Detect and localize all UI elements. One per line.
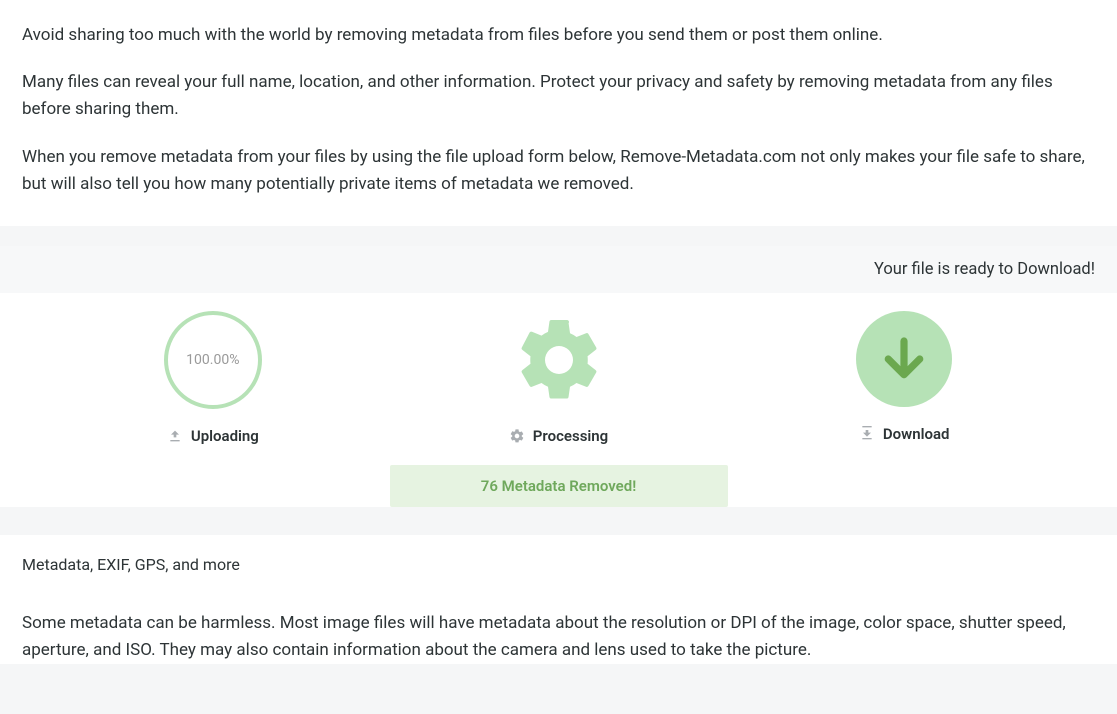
intro-paragraph-2: Many files can reveal your full name, lo… — [22, 69, 1095, 123]
processing-label-row: Processing — [509, 427, 608, 445]
gear-icon — [510, 311, 608, 409]
upload-progress-circle: 100.00% — [164, 311, 262, 409]
uploading-label-row: Uploading — [167, 427, 259, 445]
download-icon — [859, 426, 875, 442]
cogs-icon — [509, 428, 525, 444]
status-bar: Your file is ready to Download! — [0, 246, 1117, 293]
step-processing: Processing — [386, 311, 732, 445]
metadata-info-panel: Metadata, EXIF, GPS, and more Some metad… — [0, 535, 1117, 664]
download-label-row: Download — [859, 425, 950, 443]
upload-percent-text: 100.00% — [186, 352, 239, 368]
process-section: Your file is ready to Download! 100.00% … — [0, 246, 1117, 507]
processing-label: Processing — [533, 427, 608, 445]
intro-paragraph-1: Avoid sharing too much with the world by… — [22, 22, 1095, 49]
metadata-subhead: Metadata, EXIF, GPS, and more — [22, 555, 1095, 574]
upload-icon — [167, 428, 183, 444]
metadata-body-text: Some metadata can be harmless. Most imag… — [22, 610, 1095, 664]
download-button[interactable] — [856, 311, 952, 407]
step-uploading: 100.00% Uploading — [40, 311, 386, 445]
status-ready-text: Your file is ready to Download! — [874, 260, 1095, 279]
arrow-down-icon — [877, 332, 931, 386]
download-label: Download — [883, 425, 950, 443]
steps-row: 100.00% Uploading Processing — [0, 293, 1117, 457]
metadata-removed-badge: 76 Metadata Removed! — [390, 465, 728, 507]
uploading-label: Uploading — [191, 427, 259, 445]
intro-paragraph-3: When you remove metadata from your files… — [22, 144, 1095, 198]
intro-panel: Avoid sharing too much with the world by… — [0, 0, 1117, 226]
step-download: Download — [731, 311, 1077, 443]
